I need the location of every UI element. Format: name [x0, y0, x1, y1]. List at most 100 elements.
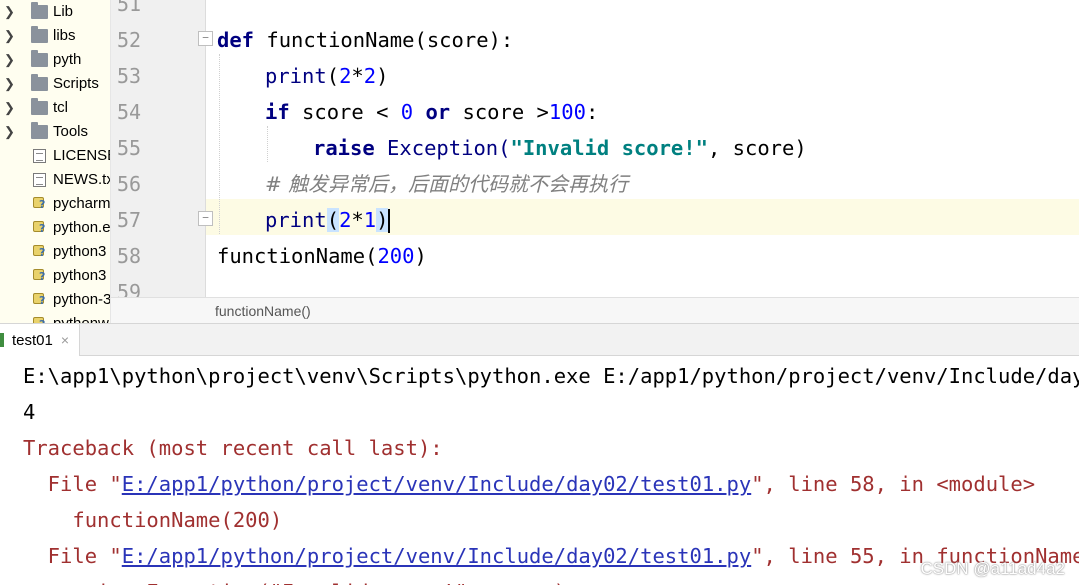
keyword: def	[217, 28, 255, 52]
fold-open-icon[interactable]: −	[198, 31, 213, 46]
traceback-frame: File "E:/app1/python/project/venv/Includ…	[23, 466, 1035, 502]
code-line-57[interactable]: print(2*1)	[265, 202, 391, 238]
code-text: score >	[450, 100, 549, 124]
number: 2	[363, 64, 377, 88]
file-link[interactable]: E:/app1/python/project/venv/Include/day0…	[122, 544, 751, 568]
builtin: print	[265, 208, 327, 232]
traceback-code: functionName(200)	[23, 508, 283, 532]
tree-item-label: Scripts	[53, 75, 99, 92]
number: 100	[548, 100, 586, 124]
close-icon[interactable]: ×	[61, 332, 69, 348]
code-text: functionName(score):	[254, 28, 514, 52]
code-line-53[interactable]: print(2*2)	[265, 58, 388, 94]
python-file-icon	[33, 221, 49, 235]
run-icon	[0, 333, 4, 347]
tree-item[interactable]: ❯ Scripts	[0, 72, 110, 96]
line-number: 58	[117, 244, 142, 268]
string-literal: "Invalid score!"	[510, 136, 708, 160]
folder-icon	[31, 122, 48, 139]
tree-item[interactable]: LICENSE.	[0, 144, 110, 168]
line-number: 57	[117, 208, 142, 232]
tree-item-label: Lib	[53, 3, 74, 20]
folder-icon	[31, 98, 48, 115]
folder-icon	[31, 74, 48, 91]
chevron-right-icon[interactable]: ❯	[4, 72, 15, 96]
tree-item-label: pythonw	[53, 312, 109, 323]
tree-item-label: python3	[53, 243, 107, 260]
tree-item-label: Tools	[53, 123, 89, 140]
operator: *	[351, 64, 364, 88]
code-text: :	[585, 100, 599, 124]
line-number: 52	[117, 28, 142, 52]
file-link[interactable]: E:/app1/python/project/venv/Include/day0…	[122, 472, 751, 496]
code-text: , score)	[707, 136, 807, 160]
code-line-52[interactable]: def functionName(score):	[217, 22, 513, 58]
line-number: 54	[117, 100, 142, 124]
text-file-icon	[33, 173, 46, 187]
tree-item[interactable]: ❯ Tools	[0, 120, 110, 144]
tree-item[interactable]: ❯ Lib	[0, 0, 110, 24]
folder-icon	[31, 26, 48, 43]
tree-item[interactable]: python3	[0, 240, 110, 264]
chevron-right-icon[interactable]: ❯	[4, 0, 15, 24]
code-text: functionName(	[217, 244, 378, 268]
code-line-54[interactable]: if score < 0 or score >100:	[265, 94, 598, 130]
tree-item[interactable]: pythonw	[0, 312, 110, 323]
chevron-right-icon[interactable]: ❯	[4, 24, 15, 48]
tree-item-label: pycharm	[53, 195, 111, 212]
watermark: CSDN @a11ad4a2	[920, 559, 1065, 578]
text-caret	[388, 209, 391, 233]
line-number: 56	[117, 172, 142, 196]
tab-label: test01	[12, 332, 53, 349]
tree-item[interactable]: ❯ pyth	[0, 48, 110, 72]
number: 200	[377, 244, 415, 268]
tree-item[interactable]: python.e	[0, 216, 111, 240]
keyword: if	[265, 100, 290, 124]
tree-item-label: pyth	[53, 51, 82, 68]
number: 1	[363, 208, 377, 232]
python-file-icon	[33, 245, 49, 259]
breadcrumb[interactable]: functionName()	[111, 297, 1079, 323]
tree-item[interactable]: python3	[0, 264, 110, 288]
line-number: 55	[117, 136, 142, 160]
code-line-55[interactable]: raise Exception("Invalid score!", score)	[313, 130, 807, 166]
chevron-right-icon[interactable]: ❯	[4, 48, 15, 72]
chevron-right-icon[interactable]: ❯	[4, 120, 15, 144]
code-line-58[interactable]: functionName(200)	[217, 238, 427, 274]
folder-icon	[31, 50, 48, 67]
tab-run-test01[interactable]: test01 ×	[0, 324, 81, 356]
console-output-line: 4	[23, 400, 36, 424]
tree-item[interactable]: ❯ libs	[0, 24, 110, 48]
class-name: Exception(	[374, 136, 511, 160]
python-file-icon	[33, 197, 49, 211]
number: 2	[339, 64, 352, 88]
number: 2	[339, 208, 352, 232]
tree-item-label: tcl	[53, 99, 68, 116]
tree-item-label: NEWS.tx	[53, 171, 111, 188]
tree-item-label: python3	[53, 267, 107, 284]
indent-guide	[267, 126, 268, 162]
project-tree: ❯ Lib ❯ libs ❯ pyth ❯ Scripts ❯ tcl ❯ Tools LICENSE.…	[0, 0, 111, 323]
line-number: 53	[117, 64, 142, 88]
indent-guide	[219, 54, 220, 234]
tree-item[interactable]: NEWS.tx	[0, 168, 111, 192]
run-console[interactable]: E:\app1\python\project\venv\Scripts\pyth…	[0, 356, 1079, 585]
console-command-line: E:\app1\python\project\venv\Scripts\pyth…	[23, 364, 1079, 388]
operator: *	[351, 208, 364, 232]
builtin: print	[265, 64, 327, 88]
tree-item[interactable]: pycharm	[0, 192, 111, 216]
code-line-56[interactable]: # 触发异常后，后面的代码就不会再执行	[265, 166, 628, 202]
tree-item[interactable]: ❯ tcl	[0, 96, 110, 120]
fold-end-icon[interactable]: −	[198, 211, 213, 226]
traceback-code: raise Exception("Invalid score!", score)	[23, 574, 566, 585]
tree-item-label: libs	[53, 27, 76, 44]
code-text: )	[414, 244, 427, 268]
tree-item[interactable]: python-3	[0, 288, 110, 312]
frame-suffix: ", line 58, in <module>	[751, 472, 1036, 496]
tree-item-label: python.e	[53, 219, 111, 236]
chevron-right-icon[interactable]: ❯	[4, 96, 15, 120]
text-file-icon	[33, 149, 46, 163]
keyword: or	[413, 100, 451, 124]
frame-prefix: File "	[23, 544, 122, 568]
matched-paren: (	[326, 208, 340, 232]
